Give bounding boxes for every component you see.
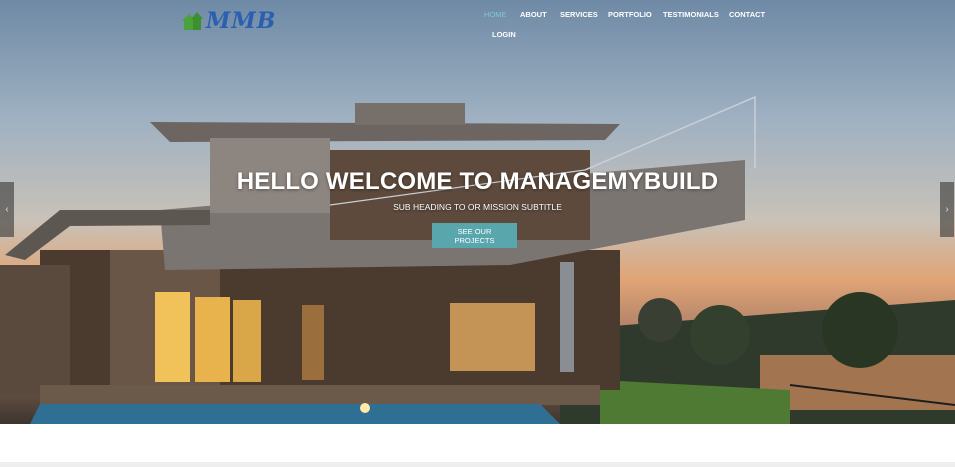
house-icon xyxy=(182,12,203,30)
chevron-left-icon: ‹ xyxy=(5,204,9,215)
slider-prev-button[interactable]: ‹ xyxy=(0,182,14,237)
nav-item-login[interactable]: LOGIN xyxy=(492,30,516,39)
hero-title: HELLO WELCOME TO MANAGEMYBUILD xyxy=(236,168,719,195)
hero-background-image xyxy=(0,95,955,424)
nav-item-about[interactable]: ABOUT xyxy=(520,10,547,19)
nav-item-contact[interactable]: CONTACT xyxy=(729,10,765,19)
nav-item-home[interactable]: HOME xyxy=(484,10,507,19)
nav-item-services[interactable]: SERVICES xyxy=(560,10,598,19)
hero-subtitle: SUB HEADING TO OR MISSION SUBTITLE xyxy=(393,202,562,212)
site-logo[interactable]: MMB xyxy=(180,8,276,34)
nav-item-portfolio[interactable]: PORTFOLIO xyxy=(608,10,652,19)
see-our-projects-button[interactable]: SEE OUR PROJECTS xyxy=(432,223,517,248)
logo-text: MMB xyxy=(206,8,277,34)
hero-slider xyxy=(0,0,955,424)
chevron-right-icon: › xyxy=(945,204,949,215)
slider-next-button[interactable]: › xyxy=(940,182,954,237)
nav-item-testimonials[interactable]: TESTIMONIALS xyxy=(663,10,719,19)
section-divider xyxy=(0,462,955,467)
